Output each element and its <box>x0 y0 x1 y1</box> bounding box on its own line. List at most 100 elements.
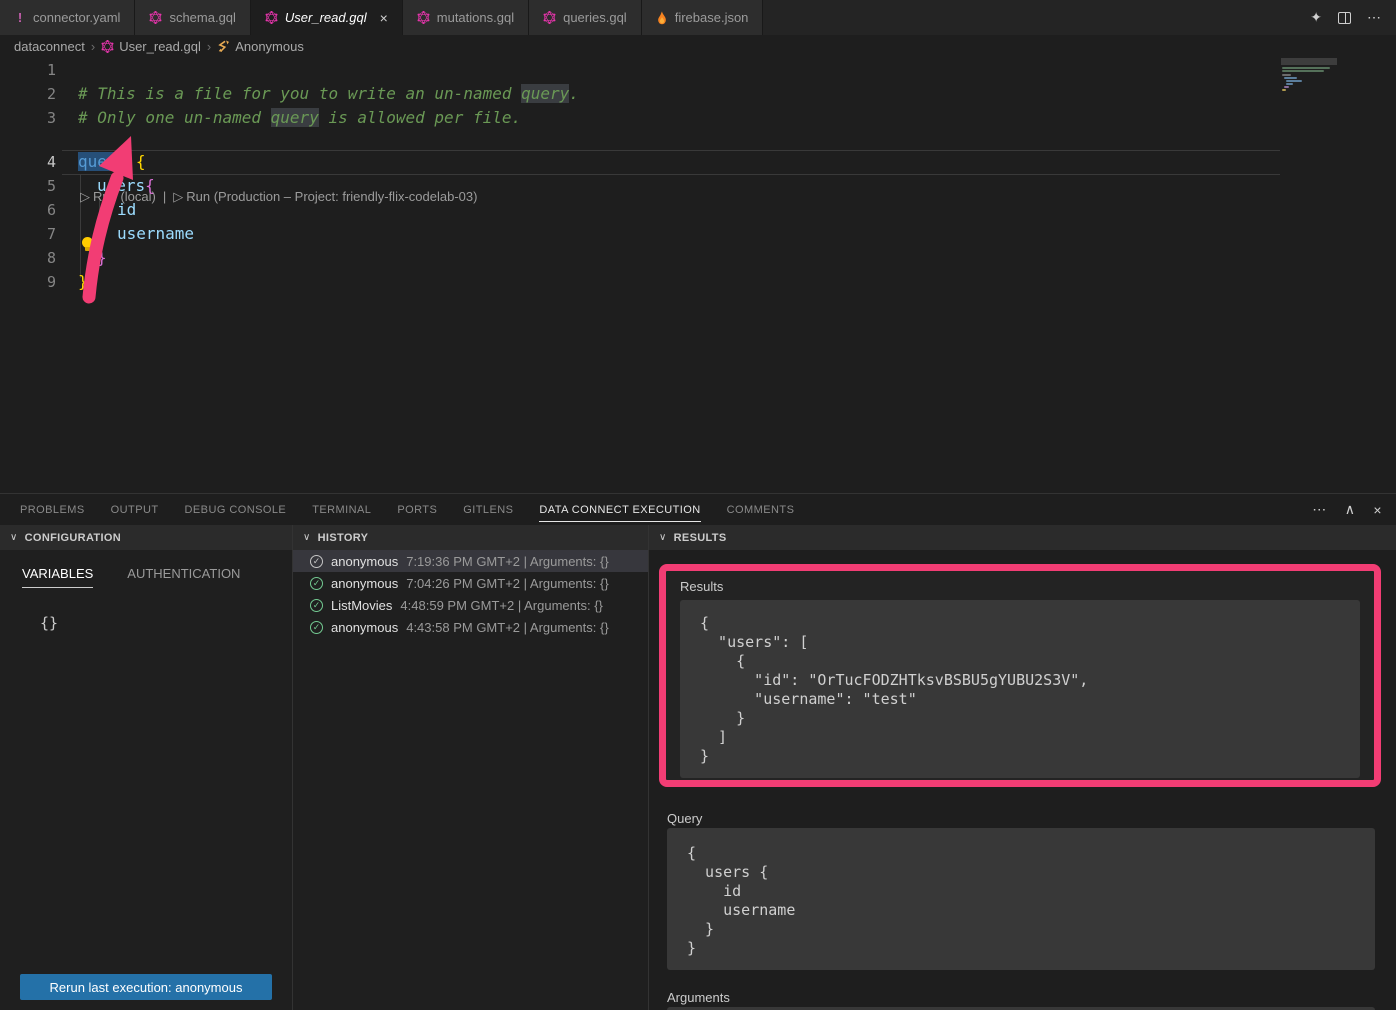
tab-mutations-gql[interactable]: mutations.gql <box>403 0 529 35</box>
selected-word: query <box>78 152 126 171</box>
history-row[interactable]: ✓ ListMovies 4:48:59 PM GMT+2 | Argument… <box>293 594 648 616</box>
breadcrumb-item-file[interactable]: User_read.gql <box>101 39 201 54</box>
minimap-line <box>1284 77 1297 79</box>
history-row[interactable]: ✓ anonymous 4:43:58 PM GMT+2 | Arguments… <box>293 616 648 638</box>
current-line-border <box>62 150 1280 151</box>
tab-label: mutations.gql <box>437 10 514 25</box>
panel-tab-output[interactable]: OUTPUT <box>111 498 159 522</box>
line-number: 7 <box>0 222 56 246</box>
history-row[interactable]: ✓ anonymous 7:04:26 PM GMT+2 | Arguments… <box>293 572 648 594</box>
results-header[interactable]: ∨ RESULTS <box>649 525 1396 550</box>
graphql-icon <box>543 11 556 24</box>
results-label: Results <box>680 579 1374 594</box>
line-number: 2 <box>0 82 56 106</box>
query-label: Query <box>667 811 702 826</box>
breadcrumb-separator: › <box>207 39 211 54</box>
word-highlight: query <box>521 84 569 103</box>
minimap-line <box>1286 80 1302 82</box>
code-editor[interactable]: 1 2 3 4 5 6 7 8 9 # This is a file for y… <box>0 58 1396 493</box>
line-number: 9 <box>0 270 56 294</box>
history-row[interactable]: ✓ anonymous 7:19:36 PM GMT+2 | Arguments… <box>293 550 648 572</box>
code-line-5: users{ <box>97 174 155 198</box>
check-icon: ✓ <box>310 599 323 612</box>
panel-tab-bar: PROBLEMS OUTPUT DEBUG CONSOLE TERMINAL P… <box>0 494 1396 525</box>
bottom-panel: PROBLEMS OUTPUT DEBUG CONSOLE TERMINAL P… <box>0 493 1396 1010</box>
results-highlight-box: Results { "users": [ { "id": "OrTucFODZH… <box>659 564 1381 787</box>
line-number: 3 <box>0 106 56 130</box>
graphql-icon <box>149 11 162 24</box>
editor-actions: ✦ ⋯ <box>1310 0 1396 35</box>
panel-tab-ports[interactable]: PORTS <box>397 498 437 522</box>
minimap-slider[interactable] <box>1281 58 1337 65</box>
check-icon: ✓ <box>310 621 323 634</box>
sparkle-icon[interactable]: ✦ <box>1310 9 1322 26</box>
minimap-line <box>1282 74 1291 76</box>
line-number: 4 <box>0 150 56 174</box>
tab-queries-gql[interactable]: queries.gql <box>529 0 642 35</box>
tab-label: User_read.gql <box>285 10 367 25</box>
configuration-header[interactable]: ∨ CONFIGURATION <box>0 525 292 550</box>
results-section: ∨ RESULTS Results { "users": [ { "id": "… <box>648 525 1396 1010</box>
minimap-line <box>1282 70 1324 72</box>
minimap-line <box>1286 83 1293 85</box>
tab-firebase-json[interactable]: firebase.json <box>642 0 764 35</box>
tab-schema-gql[interactable]: schema.gql <box>135 0 250 35</box>
tab-label: queries.gql <box>563 10 627 25</box>
panel-body: ∨ CONFIGURATION VARIABLES AUTHENTICATION… <box>0 525 1396 1010</box>
panel-tab-gitlens[interactable]: GITLENS <box>463 498 513 522</box>
tab-user-read-gql[interactable]: User_read.gql × <box>251 0 403 35</box>
minimap-line <box>1284 86 1289 88</box>
breadcrumb-item-anonymous[interactable]: Anonymous <box>217 39 304 54</box>
query-symbol-icon <box>217 40 230 53</box>
tab-label: firebase.json <box>675 10 749 25</box>
tab-label: schema.gql <box>169 10 235 25</box>
code-lens-divider: | <box>163 188 166 206</box>
rerun-button[interactable]: Rerun last execution: anonymous <box>20 974 272 1000</box>
tab-authentication[interactable]: AUTHENTICATION <box>127 566 240 588</box>
panel-actions: ⋯ ∧ × <box>1312 501 1396 518</box>
check-icon: ✓ <box>310 577 323 590</box>
tab-connector-yaml[interactable]: ! connector.yaml <box>0 0 135 35</box>
check-icon: ✓ <box>310 555 323 568</box>
code-line-7: username <box>117 222 194 246</box>
panel-tab-problems[interactable]: PROBLEMS <box>20 498 85 522</box>
query-code: { users { id username } } <box>667 828 1375 970</box>
split-editor-icon[interactable] <box>1338 12 1351 24</box>
breadcrumb-item-dataconnect[interactable]: dataconnect <box>14 39 85 54</box>
firebase-flame-icon <box>656 11 668 25</box>
history-header[interactable]: ∨ HISTORY <box>293 525 648 550</box>
breadcrumb: dataconnect › User_read.gql › Anon <box>0 35 1396 58</box>
graphql-icon <box>265 11 278 24</box>
configuration-section: ∨ CONFIGURATION VARIABLES AUTHENTICATION… <box>0 525 292 1010</box>
breadcrumb-separator: › <box>91 39 95 54</box>
line-number: 1 <box>0 58 56 82</box>
code-line-8: } <box>97 246 107 270</box>
more-actions-icon[interactable]: ⋯ <box>1312 501 1326 518</box>
panel-tab-terminal[interactable]: TERMINAL <box>312 498 371 522</box>
chevron-down-icon: ∨ <box>10 532 18 543</box>
configuration-tabs: VARIABLES AUTHENTICATION <box>0 550 292 588</box>
vscode-window: ! connector.yaml schema.gql <box>0 0 1396 1010</box>
more-actions-icon[interactable]: ⋯ <box>1367 9 1382 26</box>
minimap[interactable] <box>1280 58 1396 493</box>
minimap-line <box>1282 89 1286 91</box>
results-json: { "users": [ { "id": "OrTucFODZHTksvBSBU… <box>680 600 1360 778</box>
panel-tab-data-connect-execution[interactable]: DATA CONNECT EXECUTION <box>539 498 700 522</box>
run-production-link[interactable]: ▷Run (Production – Project: friendly-fli… <box>173 188 477 206</box>
tab-variables[interactable]: VARIABLES <box>22 566 93 588</box>
variables-value[interactable]: {} <box>40 614 292 632</box>
chevron-down-icon: ∨ <box>659 532 667 543</box>
panel-tab-debug-console[interactable]: DEBUG CONSOLE <box>185 498 287 522</box>
arguments-label: Arguments <box>667 990 730 1005</box>
code-line-4: query { <box>78 150 145 174</box>
maximize-panel-icon[interactable]: ∧ <box>1345 501 1356 518</box>
code-line-6: id <box>117 198 136 222</box>
word-highlight: query <box>271 108 319 127</box>
history-section: ∨ HISTORY ✓ anonymous 7:19:36 PM GMT+2 |… <box>292 525 648 1010</box>
lightbulb-icon[interactable] <box>82 237 93 248</box>
yaml-warning-icon: ! <box>14 10 26 25</box>
run-icon: ▷ <box>173 188 183 206</box>
close-icon[interactable]: × <box>380 11 388 25</box>
close-panel-icon[interactable]: × <box>1373 502 1382 518</box>
panel-tab-comments[interactable]: COMMENTS <box>727 498 795 522</box>
